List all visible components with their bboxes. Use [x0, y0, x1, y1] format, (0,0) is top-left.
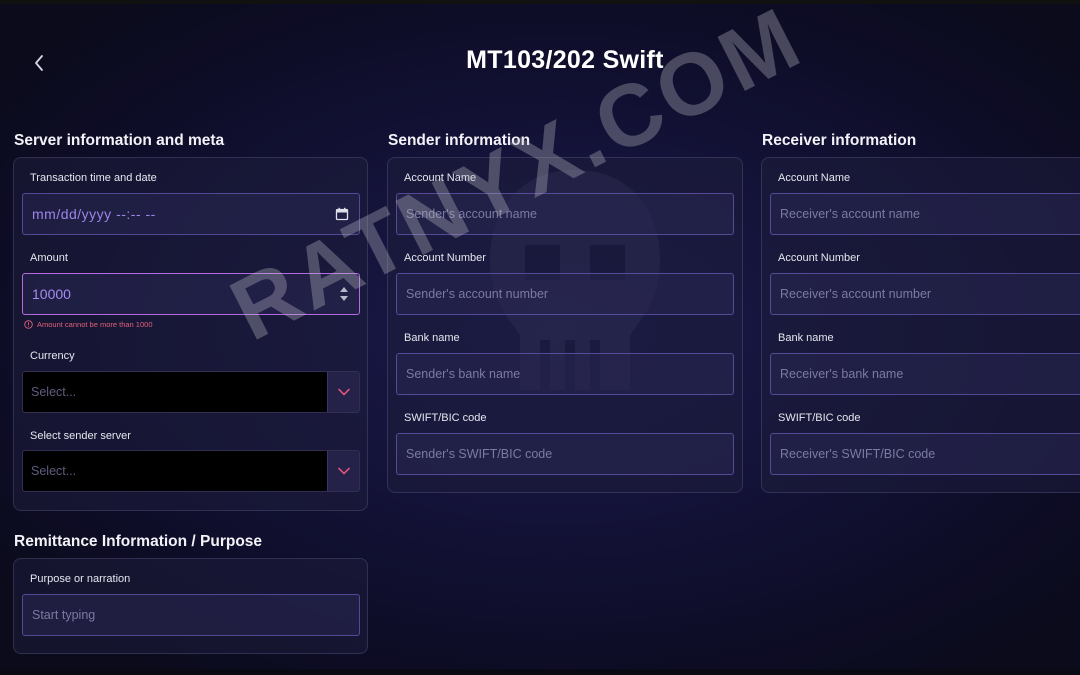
chevron-down-icon	[337, 388, 350, 396]
amount-value: 10000	[32, 286, 71, 302]
chevron-down-icon	[337, 467, 350, 475]
bottom-edge	[0, 669, 1080, 675]
page-title: MT103/202 Swift	[466, 46, 664, 74]
sender-bank-name-placeholder: Sender's bank name	[406, 367, 521, 381]
alert-circle-icon	[24, 320, 33, 329]
amount-label: Amount	[30, 252, 68, 264]
sender-section-title: Sender information	[388, 132, 531, 149]
purpose-input[interactable]: Start typing	[22, 594, 360, 636]
sender-bank-name-input[interactable]: Sender's bank name	[396, 353, 734, 395]
sender-server-dropdown-toggle[interactable]	[327, 451, 359, 491]
receiver-swift-label: SWIFT/BIC code	[778, 412, 861, 424]
sender-account-name-input[interactable]: Sender's account name	[396, 193, 734, 235]
currency-label: Currency	[30, 350, 75, 362]
calendar-icon[interactable]	[335, 207, 349, 221]
receiver-account-number-placeholder: Receiver's account number	[780, 287, 932, 301]
sender-info-card: Account Name Sender's account name Accou…	[387, 157, 743, 493]
sender-server-label: Select sender server	[30, 430, 131, 442]
transaction-datetime-input[interactable]: mm/dd/yyyy --:-- --	[22, 193, 360, 235]
transaction-datetime-value: mm/dd/yyyy --:-- --	[32, 206, 156, 222]
purpose-placeholder: Start typing	[32, 608, 96, 622]
currency-dropdown-toggle[interactable]	[327, 372, 359, 412]
sender-swift-label: SWIFT/BIC code	[404, 412, 487, 424]
receiver-swift-placeholder: Receiver's SWIFT/BIC code	[780, 447, 936, 461]
sender-swift-placeholder: Sender's SWIFT/BIC code	[406, 447, 553, 461]
amount-error: Amount cannot be more than 1000	[24, 320, 153, 329]
sender-account-number-input[interactable]: Sender's account number	[396, 273, 734, 315]
receiver-bank-name-label: Bank name	[778, 332, 834, 344]
amount-error-text: Amount cannot be more than 1000	[37, 320, 153, 329]
app-screen: MT103/202 Swift Server information and m…	[0, 0, 1080, 675]
receiver-account-name-placeholder: Receiver's account name	[780, 207, 920, 221]
currency-select[interactable]: Select...	[22, 371, 360, 413]
receiver-bank-name-input[interactable]: Receiver's bank name	[770, 353, 1080, 395]
sender-account-number-placeholder: Sender's account number	[406, 287, 549, 301]
receiver-swift-input[interactable]: Receiver's SWIFT/BIC code	[770, 433, 1080, 475]
receiver-info-card: Account Name Receiver's account name Acc…	[761, 157, 1080, 493]
sender-swift-input[interactable]: Sender's SWIFT/BIC code	[396, 433, 734, 475]
receiver-section-title: Receiver information	[762, 132, 917, 149]
purpose-label: Purpose or narration	[30, 573, 131, 585]
transaction-time-label: Transaction time and date	[30, 172, 157, 184]
sender-account-number-label: Account Number	[404, 252, 486, 264]
receiver-account-number-label: Account Number	[778, 252, 860, 264]
receiver-account-name-input[interactable]: Receiver's account name	[770, 193, 1080, 235]
sender-bank-name-label: Bank name	[404, 332, 460, 344]
server-info-card: Transaction time and date mm/dd/yyyy --:…	[13, 157, 368, 511]
remittance-section-title: Remittance Information / Purpose	[14, 533, 263, 550]
server-section-title: Server information and meta	[14, 132, 225, 149]
sender-server-placeholder: Select...	[31, 464, 77, 478]
sender-server-select[interactable]: Select...	[22, 450, 360, 492]
receiver-account-number-input[interactable]: Receiver's account number	[770, 273, 1080, 315]
stepper-icon[interactable]	[339, 285, 349, 303]
sender-account-name-label: Account Name	[404, 172, 477, 184]
currency-placeholder: Select...	[31, 385, 77, 399]
receiver-bank-name-placeholder: Receiver's bank name	[780, 367, 904, 381]
remittance-card: Purpose or narration Start typing	[13, 558, 368, 654]
amount-input[interactable]: 10000	[22, 273, 360, 315]
receiver-account-name-label: Account Name	[778, 172, 851, 184]
top-edge	[0, 0, 1080, 4]
sender-account-name-placeholder: Sender's account name	[406, 207, 537, 221]
